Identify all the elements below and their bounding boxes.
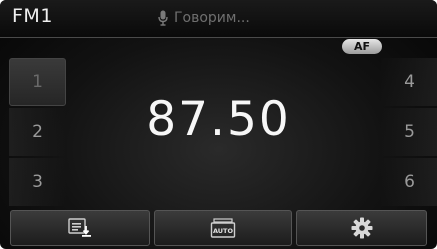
- auto-store-button[interactable]: AUTO: [154, 210, 292, 246]
- list-download-icon: [68, 218, 92, 238]
- auto-icon-label: AUTO: [213, 227, 234, 235]
- microphone-icon: [158, 10, 168, 26]
- preset-button-5[interactable]: 5: [381, 108, 437, 156]
- bottom-toolbar: AUTO: [0, 210, 437, 249]
- radio-screen: FM1 Говорим... AF 1 2 3 4 5 6 87.50 AUTO: [0, 0, 437, 249]
- gear-icon: [351, 217, 373, 239]
- preset-column-right: 4 5 6: [381, 58, 437, 208]
- preset-button-2[interactable]: 2: [9, 108, 66, 156]
- status-bar: FM1 Говорим...: [0, 0, 437, 38]
- preset-column-left: 1 2 3: [9, 58, 66, 208]
- auto-store-icon: AUTO: [210, 218, 236, 238]
- preset-button-1[interactable]: 1: [9, 58, 66, 106]
- af-badge[interactable]: AF: [342, 39, 382, 54]
- station-list-button[interactable]: [10, 210, 150, 246]
- voice-status: Говорим...: [158, 10, 250, 26]
- voice-status-text: Говорим...: [174, 10, 250, 26]
- band-label: FM1: [12, 5, 53, 27]
- frequency-display: 87.50: [146, 92, 291, 147]
- preset-button-3[interactable]: 3: [9, 158, 66, 206]
- preset-button-6[interactable]: 6: [381, 158, 437, 206]
- settings-button[interactable]: [296, 210, 427, 246]
- preset-button-4[interactable]: 4: [381, 58, 437, 106]
